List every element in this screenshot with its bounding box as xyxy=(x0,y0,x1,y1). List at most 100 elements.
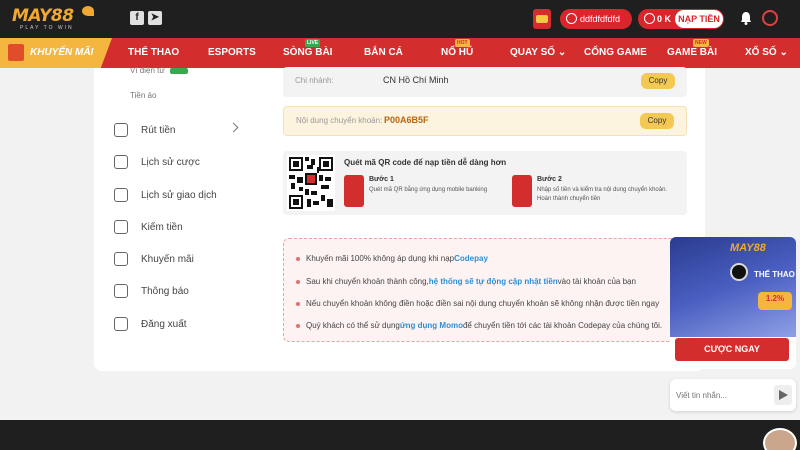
sidebar-item-label: Rút tiền xyxy=(141,124,176,136)
sidebar-sub-e-wallet[interactable]: Ví điện tử xyxy=(130,66,165,75)
nav-item-slots[interactable]: NỔ HŨ HOT xyxy=(441,39,474,58)
chevron-down-icon: ⌄ xyxy=(557,47,567,58)
sidebar-item-label: Khuyến mãi xyxy=(141,253,194,265)
promotion-icon xyxy=(114,252,128,266)
sidebar-item-bet-history[interactable]: Lịch sử cược xyxy=(114,154,200,170)
history-icon xyxy=(114,155,128,169)
chat-box xyxy=(670,379,796,411)
support-avatar[interactable] xyxy=(763,428,797,450)
bank-icon xyxy=(344,175,364,207)
nav-item-fishing[interactable]: BẮN CÁ xyxy=(364,47,403,58)
transfer-content-value: P00A6B5F xyxy=(384,115,429,125)
branch-label: Chi nhánh: xyxy=(295,76,334,85)
main-nav: KHUYẾN MÃI THỂ THAO ESPORTS SÒNG BÀI LIV… xyxy=(0,38,800,68)
nav-item-label: XỔ SỐ xyxy=(745,47,777,58)
note-text: vào tài khoản của bạn xyxy=(557,277,636,286)
note-text: Quý khách có thể sử dụng xyxy=(306,321,400,330)
nav-item-lottery[interactable]: XỔ SỐ ⌄ xyxy=(745,47,788,58)
qr-panel: Quét mã QR code để nạp tiền dễ dàng hơn … xyxy=(283,151,687,215)
bet-now-button[interactable]: CƯỢC NGAY xyxy=(675,338,789,361)
bullet-icon xyxy=(296,279,300,284)
sidebar-item-label: Kiếm tiền xyxy=(141,221,183,233)
sidebar-sub-crypto[interactable]: Tiền ảo xyxy=(130,91,156,100)
facebook-icon[interactable]: f xyxy=(130,11,144,25)
chevron-down-icon: ⌄ xyxy=(779,47,788,58)
sidebar-item-label: Thông báo xyxy=(141,285,189,297)
sidebar-item-earn[interactable]: Kiếm tiền xyxy=(114,219,183,235)
note-text: Sau khi chuyển khoản thành công, xyxy=(306,277,429,286)
step-2-desc: Nhập số tiền và kiểm tra nội dung chuyển… xyxy=(537,187,668,202)
nav-item-lottery-spin[interactable]: QUAY SỐ ⌄ xyxy=(510,47,566,58)
sport-badge-icon xyxy=(730,263,748,281)
logo-text: MAY88 xyxy=(12,6,74,26)
sidebar-item-logout[interactable]: Đăng xuất xyxy=(114,316,187,332)
step-2-title: Bước 2 xyxy=(537,176,562,183)
promo-sport-label: THỂ THAO xyxy=(754,270,795,279)
note-item: Nếu chuyển khoản không điền hoặc điền sa… xyxy=(296,299,659,308)
note-text: để chuyển tiền tới các tài khoản Codepay… xyxy=(462,321,663,330)
note-item: Sau khi chuyển khoản thành công, hệ thốn… xyxy=(296,277,636,286)
footer xyxy=(0,420,800,450)
hot-badge: HOT xyxy=(455,39,470,47)
nav-item-label: GAME BÀI xyxy=(667,47,717,58)
notes-panel: Khuyến mãi 100% không áp dụng khi nạp Co… xyxy=(283,238,687,342)
branch-row: Chi nhánh: CN Hồ Chí Minh Copy xyxy=(283,67,687,97)
logo-mark-icon xyxy=(82,6,94,16)
note-item: Quý khách có thể sử dụng ứng dụng Momo đ… xyxy=(296,321,662,330)
sidebar-item-label: Đăng xuất xyxy=(141,318,187,330)
step-1-title: Bước 1 xyxy=(369,176,394,183)
nav-item-casino[interactable]: SÒNG BÀI LIVE xyxy=(283,39,333,58)
nav-item-card-games[interactable]: GAME BÀI NEW xyxy=(667,39,717,58)
bullet-icon xyxy=(296,301,300,306)
username: ddfdfdfdfd xyxy=(580,14,621,24)
qr-code[interactable] xyxy=(287,155,335,211)
sidebar-item-transaction-history[interactable]: Lịch sử giao dịch xyxy=(114,187,217,203)
nav-item-esports[interactable]: ESPORTS xyxy=(208,47,256,58)
earn-icon xyxy=(114,220,128,234)
bell-icon[interactable] xyxy=(740,11,752,25)
note-text: Nếu chuyển khoản không điền hoặc điền sa… xyxy=(306,299,660,308)
coin-icon xyxy=(644,13,655,24)
sidebar-item-withdraw[interactable]: Rút tiền xyxy=(114,122,175,138)
user-account-button[interactable]: ddfdfdfdfd xyxy=(560,9,632,29)
user-icon xyxy=(566,13,577,24)
note-item: Khuyến mãi 100% không áp dụng khi nạp Co… xyxy=(296,254,488,263)
copy-branch-button[interactable]: Copy xyxy=(641,73,675,89)
nav-item-game-portal[interactable]: CỔNG GAME xyxy=(584,47,647,58)
gift-icon[interactable] xyxy=(533,9,551,29)
withdraw-icon xyxy=(114,123,128,137)
send-icon[interactable] xyxy=(774,385,792,405)
new-badge xyxy=(170,68,188,74)
sidebar-item-label: Lịch sử cược xyxy=(141,156,200,168)
sidebar-item-promotions[interactable]: Khuyến mãi xyxy=(114,251,194,267)
logout-icon[interactable] xyxy=(762,10,778,26)
nav-item-label: NỔ HŨ xyxy=(441,47,474,58)
money-icon xyxy=(512,175,532,207)
logo-tagline: PLAY TO WIN xyxy=(20,25,74,31)
sidebar-item-notifications[interactable]: Thông báo xyxy=(114,283,189,299)
qr-title: Quét mã QR code để nạp tiền dễ dàng hơn xyxy=(344,158,507,167)
floating-promo[interactable]: MAY88 THỂ THAO 1.2% CƯỢC NGAY xyxy=(670,237,796,369)
bullet-icon xyxy=(296,323,300,328)
nav-promo-tab[interactable]: KHUYẾN MÃI xyxy=(0,38,112,68)
top-bar: MAY88 PLAY TO WIN f ➤ ddfdfdfdfd 0 K NẠP… xyxy=(0,0,800,38)
gift-icon xyxy=(8,44,24,61)
telegram-icon[interactable]: ➤ xyxy=(148,11,162,25)
promo-logo: MAY88 xyxy=(730,242,766,254)
promo-rate: 1.2% xyxy=(758,292,792,310)
balance-amount: 0 K xyxy=(657,14,672,24)
nav-item-label: SÒNG BÀI xyxy=(283,47,333,58)
logo[interactable]: MAY88 PLAY TO WIN xyxy=(12,6,74,32)
sidebar-item-label: Lịch sử giao dịch xyxy=(141,189,217,201)
chat-input[interactable] xyxy=(676,386,766,404)
step-1-desc: Quét mã QR bằng ứng dụng mobile banking xyxy=(369,187,488,193)
note-highlight: Codepay xyxy=(454,254,488,263)
nav-item-sports[interactable]: THỂ THAO xyxy=(128,47,179,58)
deposit-button[interactable]: NẠP TIỀN xyxy=(675,10,723,28)
balance-pill[interactable]: 0 K NẠP TIỀN xyxy=(638,9,724,29)
copy-content-button[interactable]: Copy xyxy=(640,113,674,129)
note-highlight: hệ thống sẽ tự động cập nhật tiền xyxy=(428,277,558,286)
bell-icon xyxy=(114,284,128,298)
transactions-icon xyxy=(114,188,128,202)
note-highlight: ứng dụng Momo xyxy=(399,321,463,330)
